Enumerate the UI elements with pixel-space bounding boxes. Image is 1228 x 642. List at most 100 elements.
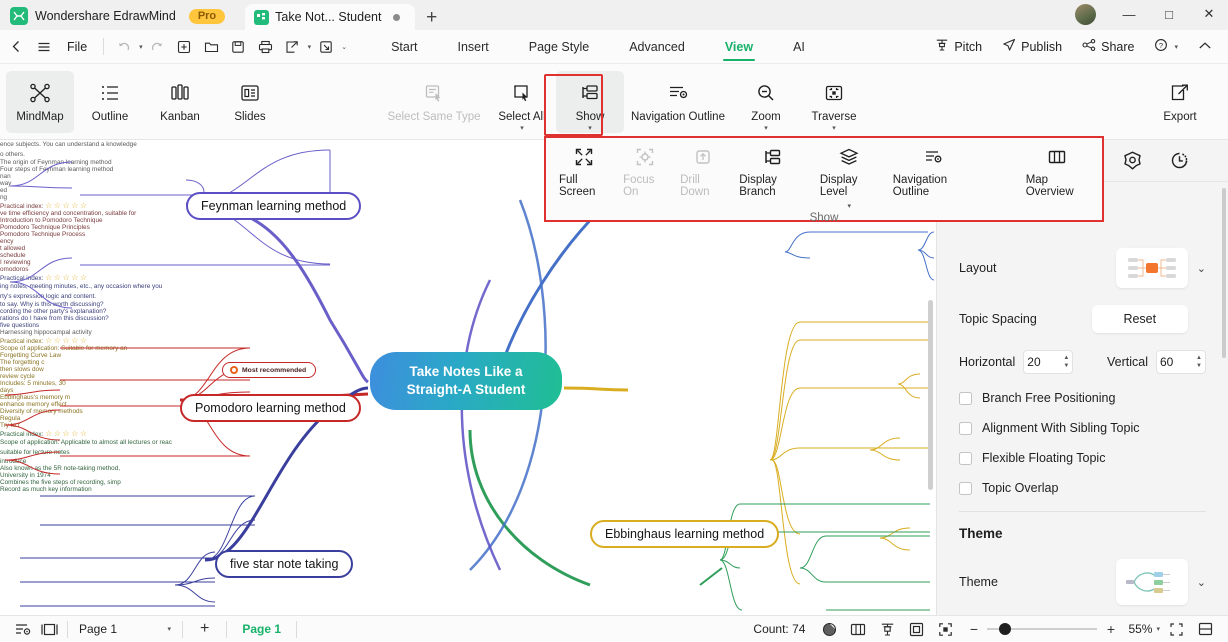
pitch-button[interactable]: Pitch bbox=[927, 35, 990, 58]
collapse-ribbon-button[interactable] bbox=[1190, 37, 1220, 57]
help-button[interactable]: ? ▾ bbox=[1146, 35, 1186, 58]
view-mode-kanban[interactable]: Kanban bbox=[146, 71, 214, 133]
side-panel-toggle-icon[interactable] bbox=[36, 618, 62, 640]
help-caret-icon[interactable]: ▾ bbox=[1174, 43, 1178, 51]
branch-pomodoro[interactable]: Pomodoro learning method bbox=[180, 394, 361, 422]
publish-button[interactable]: Publish bbox=[994, 35, 1070, 58]
select-all-caret-icon[interactable]: ▾ bbox=[520, 124, 524, 132]
tab-ai[interactable]: AI bbox=[773, 33, 825, 60]
checkbox-alignment-with-sibling-topic[interactable]: Alignment With Sibling Topic bbox=[959, 421, 1206, 435]
undo-caret-icon[interactable]: ▾ bbox=[139, 43, 143, 51]
share-button[interactable]: Share bbox=[1074, 35, 1142, 58]
display-branch-item[interactable]: Display Branch bbox=[732, 146, 813, 198]
add-page-button[interactable]: + bbox=[188, 620, 221, 638]
zoom-slider-track[interactable] bbox=[987, 623, 1098, 635]
page-select[interactable]: Page 1 ▾ bbox=[73, 619, 177, 640]
checkbox-icon[interactable] bbox=[959, 481, 972, 495]
print-icon[interactable] bbox=[253, 34, 278, 59]
select-all-button[interactable]: Select All ▾ bbox=[488, 71, 556, 133]
show-caret-icon[interactable]: ▾ bbox=[588, 124, 592, 132]
split-view-icon[interactable] bbox=[1192, 618, 1218, 640]
export-button[interactable]: Export bbox=[1146, 71, 1214, 133]
checkbox-topic-overlap[interactable]: Topic Overlap bbox=[959, 481, 1206, 495]
display-level-item[interactable]: Display Level ▾ bbox=[813, 146, 886, 210]
drill-down-item[interactable]: Drill Down bbox=[673, 146, 732, 198]
horizontal-stepper-arrows[interactable]: ▲ ▼ bbox=[1063, 355, 1069, 369]
traverse-caret-icon[interactable]: ▾ bbox=[832, 124, 836, 132]
right-panel-scrollbar[interactable] bbox=[1222, 188, 1226, 358]
file-menu[interactable]: File bbox=[58, 40, 96, 54]
navigation-outline-item[interactable]: Navigation Outline bbox=[886, 146, 981, 198]
more-commands-caret-icon[interactable]: ⌄ bbox=[341, 43, 347, 51]
map-overview-item[interactable]: Map Overview bbox=[1019, 146, 1096, 198]
checkbox-icon[interactable] bbox=[959, 391, 972, 405]
branch-ebbinghaus[interactable]: Ebbinghaus learning method bbox=[590, 520, 780, 548]
zoom-caret-icon[interactable]: ▾ bbox=[764, 124, 768, 132]
undo-icon[interactable] bbox=[111, 34, 136, 59]
redo-icon[interactable] bbox=[145, 34, 170, 59]
horizontal-stepper[interactable]: 20 ▲ ▼ bbox=[1023, 350, 1074, 374]
save-icon[interactable] bbox=[226, 34, 251, 59]
zoom-button[interactable]: Zoom ▾ bbox=[732, 71, 800, 133]
zoom-control[interactable]: − + bbox=[967, 621, 1117, 637]
outline-panel-icon[interactable] bbox=[10, 618, 36, 640]
active-page-tab[interactable]: Page 1 bbox=[232, 622, 291, 636]
tab-advanced[interactable]: Advanced bbox=[609, 33, 705, 60]
export-caret-icon[interactable]: ▾ bbox=[308, 43, 312, 51]
checkbox-icon[interactable] bbox=[959, 421, 972, 435]
view-mode-outline[interactable]: Outline bbox=[76, 71, 144, 133]
back-icon[interactable] bbox=[4, 34, 29, 59]
layout-preview[interactable] bbox=[1115, 248, 1188, 288]
fit-window-icon[interactable] bbox=[932, 618, 958, 640]
open-folder-icon[interactable] bbox=[199, 34, 224, 59]
page-select-caret-icon[interactable]: ▾ bbox=[167, 625, 171, 633]
view-mode-mindmap[interactable]: MindMap bbox=[6, 70, 74, 133]
maximize-button[interactable]: □ bbox=[1150, 1, 1188, 27]
navigation-outline-button[interactable]: Navigation Outline bbox=[624, 71, 732, 133]
view-mode-slides[interactable]: Slides bbox=[216, 71, 284, 133]
theme-chevron-down-icon[interactable]: ⌄ bbox=[1197, 576, 1206, 589]
traverse-button[interactable]: Traverse ▾ bbox=[800, 71, 868, 133]
zoom-in-button[interactable]: + bbox=[1104, 621, 1117, 637]
checkbox-flexible-floating-topic[interactable]: Flexible Floating Topic bbox=[959, 451, 1206, 465]
show-button[interactable]: Show ▾ bbox=[556, 70, 624, 133]
select-same-type-button[interactable]: Select Same Type bbox=[380, 71, 488, 133]
presentation-mouse-icon[interactable] bbox=[816, 618, 842, 640]
zoom-caret-icon[interactable]: ▾ bbox=[1156, 625, 1160, 633]
zoom-slider-knob[interactable] bbox=[999, 623, 1012, 635]
focus-on-item[interactable]: Focus On bbox=[616, 146, 673, 198]
central-topic[interactable]: Take Notes Like a Straight-A Student bbox=[370, 352, 562, 411]
zoom-out-button[interactable]: − bbox=[967, 621, 980, 637]
fit-to-screen-icon[interactable] bbox=[1163, 618, 1189, 640]
tab-start[interactable]: Start bbox=[371, 33, 437, 60]
close-button[interactable]: ✕ bbox=[1190, 1, 1228, 27]
checkbox-icon[interactable] bbox=[959, 451, 972, 465]
vertical-stepper-arrows[interactable]: ▲ ▼ bbox=[1196, 355, 1202, 369]
tab-insert[interactable]: Insert bbox=[437, 33, 508, 60]
layout-chevron-down-icon[interactable]: ⌄ bbox=[1197, 262, 1206, 275]
pitch-mode-icon[interactable] bbox=[874, 618, 900, 640]
new-document-icon[interactable] bbox=[172, 34, 197, 59]
avatar[interactable] bbox=[1075, 3, 1096, 25]
selection-tool-icon[interactable] bbox=[313, 34, 338, 59]
canvas-vertical-scrollbar[interactable] bbox=[928, 300, 933, 490]
minimize-button[interactable]: — bbox=[1110, 1, 1148, 27]
reset-button[interactable]: Reset bbox=[1091, 305, 1188, 333]
gear-icon[interactable] bbox=[1122, 150, 1143, 171]
display-level-caret-icon[interactable]: ▾ bbox=[848, 202, 852, 210]
export-share-icon[interactable] bbox=[280, 34, 305, 59]
history-icon[interactable] bbox=[1169, 150, 1190, 171]
document-tab[interactable]: Take Not... Student bbox=[245, 4, 416, 30]
fit-page-icon[interactable] bbox=[903, 618, 929, 640]
checkbox-branch-free-positioning[interactable]: Branch Free Positioning bbox=[959, 391, 1206, 405]
full-screen-item[interactable]: Full Screen bbox=[552, 146, 616, 198]
branch-feynman[interactable]: Feynman learning method bbox=[186, 192, 362, 220]
hamburger-menu-icon[interactable] bbox=[31, 34, 56, 59]
theme-preview[interactable] bbox=[1115, 559, 1188, 605]
map-overview-icon[interactable] bbox=[845, 618, 871, 640]
branch-five-star[interactable]: five star note taking bbox=[215, 550, 354, 578]
tab-view[interactable]: View bbox=[705, 33, 773, 61]
tab-page-style[interactable]: Page Style bbox=[509, 33, 609, 60]
new-tab-button[interactable]: + bbox=[415, 8, 448, 30]
vertical-stepper[interactable]: 60 ▲ ▼ bbox=[1156, 350, 1206, 374]
